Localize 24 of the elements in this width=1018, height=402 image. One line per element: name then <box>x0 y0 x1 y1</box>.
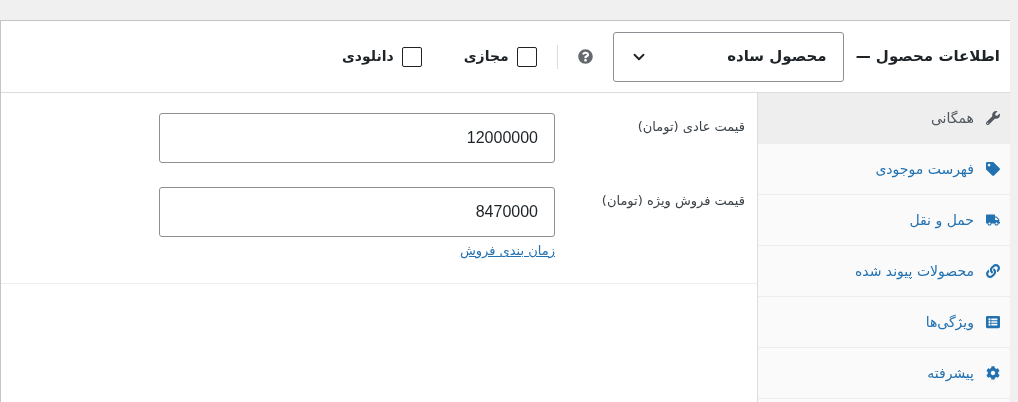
price-field[interactable]: 8470000 <box>159 187 555 237</box>
sidebar-tab[interactable]: محصولات پیوند شده <box>758 246 1010 297</box>
schedule-link[interactable]: زمان بندی فروش <box>459 241 555 261</box>
wrench-icon <box>986 111 1000 125</box>
field-label: قیمت عادی (تومان) <box>636 118 745 137</box>
checkbox[interactable] <box>401 46 422 67</box>
sidebar-tab[interactable]: فهرست موجودی <box>758 144 1010 195</box>
sidebar-tab[interactable]: همگانی <box>758 93 1010 144</box>
help-icon <box>577 49 593 64</box>
sidebar-tab[interactable]: پیشرفته <box>758 348 1010 399</box>
list-icon <box>986 315 1000 329</box>
field-label: قیمت فروش ویژه (تومان) <box>600 192 745 211</box>
truck-icon <box>986 213 1000 227</box>
checkbox-option[interactable]: مجازی <box>463 46 537 67</box>
sidebar-tab[interactable]: حمل و نقل <box>758 195 1010 246</box>
tag-icon <box>986 162 1000 176</box>
price-field[interactable]: 12000000 <box>159 113 555 163</box>
product-type-select[interactable]: محصول ساده <box>612 31 844 82</box>
sidebar-tab[interactable]: ویژگی‌ها <box>758 297 1010 348</box>
checkbox[interactable] <box>516 46 537 67</box>
link-icon <box>986 264 1000 278</box>
panel-title: اطلاعات محصول — <box>855 46 1000 68</box>
gear-icon <box>986 366 1000 380</box>
checkbox-option[interactable]: دانلودی <box>342 46 422 67</box>
